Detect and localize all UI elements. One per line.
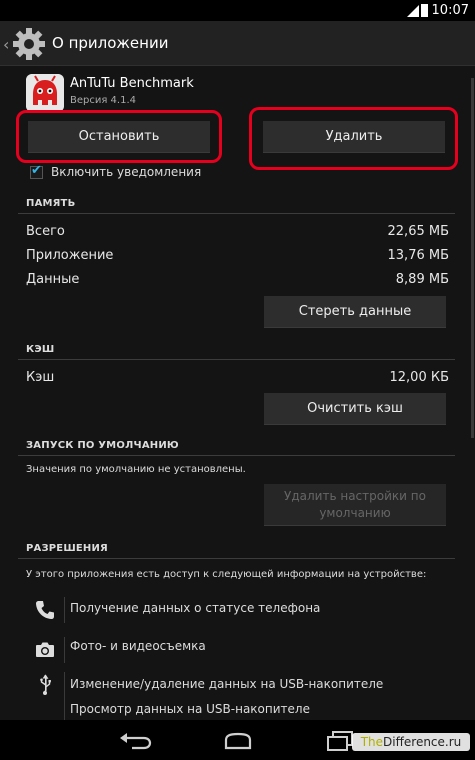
permission-separator bbox=[64, 672, 65, 720]
page-title: О приложении bbox=[52, 34, 169, 52]
clear-cache-button[interactable]: Очистить кэш bbox=[264, 393, 446, 425]
divider bbox=[18, 455, 455, 456]
cache-value: 12,00 КБ bbox=[389, 370, 450, 385]
watermark-logo: TheDifference.ru bbox=[352, 733, 470, 751]
scrollbar[interactable] bbox=[471, 78, 474, 438]
storage-data-value: 8,89 МБ bbox=[395, 272, 449, 287]
permission-phone-status: Получение данных о статусе телефона bbox=[70, 601, 321, 615]
storage-app-label: Приложение bbox=[26, 248, 114, 263]
launch-default-section-title: ЗАПУСК ПО УМОЛЧАНИЮ bbox=[26, 440, 179, 451]
checkmark-icon: ✔ bbox=[31, 163, 42, 178]
app-name: AnTuTu Benchmark bbox=[70, 76, 194, 91]
storage-section-title: ПАМЯТЬ bbox=[26, 198, 76, 209]
storage-total-label: Всего bbox=[26, 224, 65, 239]
back-icon[interactable] bbox=[120, 732, 152, 750]
status-time: 10:07 bbox=[431, 3, 469, 18]
divider bbox=[18, 213, 455, 214]
storage-data-label: Данные bbox=[26, 272, 80, 287]
app-version: Версия 4.1.4 bbox=[70, 95, 136, 106]
notifications-checkbox[interactable]: ✔ bbox=[30, 163, 43, 179]
action-bar: ‹ О приложении bbox=[0, 21, 475, 66]
divider bbox=[18, 359, 455, 360]
permissions-intro: У этого приложения есть доступ к следующ… bbox=[26, 569, 427, 580]
permission-usb-read: Просмотр данных на USB-накопителе bbox=[70, 702, 310, 716]
permission-separator bbox=[64, 597, 65, 623]
antutu-app-icon bbox=[26, 74, 64, 112]
cache-section-title: КЭШ bbox=[26, 344, 55, 355]
status-bar: 10:07 bbox=[0, 0, 475, 21]
force-stop-highlight bbox=[16, 110, 222, 163]
storage-total-value: 22,65 МБ bbox=[387, 224, 449, 239]
cache-label: Кэш bbox=[26, 370, 55, 385]
battery-icon bbox=[421, 4, 428, 17]
uninstall-highlight bbox=[249, 107, 458, 170]
signal-icon bbox=[407, 5, 419, 17]
usb-icon bbox=[40, 674, 51, 695]
divider bbox=[18, 558, 455, 559]
home-icon[interactable] bbox=[222, 732, 254, 750]
camera-icon bbox=[36, 642, 54, 657]
up-chevron-icon[interactable]: ‹ bbox=[3, 35, 9, 54]
clear-data-button[interactable]: Стереть данные bbox=[264, 296, 446, 328]
settings-gear-icon[interactable] bbox=[12, 27, 46, 61]
storage-app-value: 13,76 МБ bbox=[387, 248, 449, 263]
permissions-section-title: РАЗРЕШЕНИЯ bbox=[26, 543, 108, 554]
app-info-content: AnTuTu Benchmark Версия 4.1.4 Остановить… bbox=[0, 66, 475, 720]
notifications-label: Включить уведомления bbox=[51, 165, 202, 179]
permission-camera: Фото- и видеосъемка bbox=[70, 639, 206, 653]
clear-defaults-button[interactable]: Удалить настройки по умолчанию bbox=[264, 484, 446, 526]
launch-default-text: Значения по умолчанию не установлены. bbox=[26, 464, 246, 475]
phone-icon bbox=[36, 601, 54, 619]
recent-apps-icon[interactable] bbox=[326, 731, 354, 751]
permission-usb-modify: Изменение/удаление данных на USB-накопит… bbox=[70, 677, 384, 691]
permission-separator bbox=[64, 637, 65, 663]
